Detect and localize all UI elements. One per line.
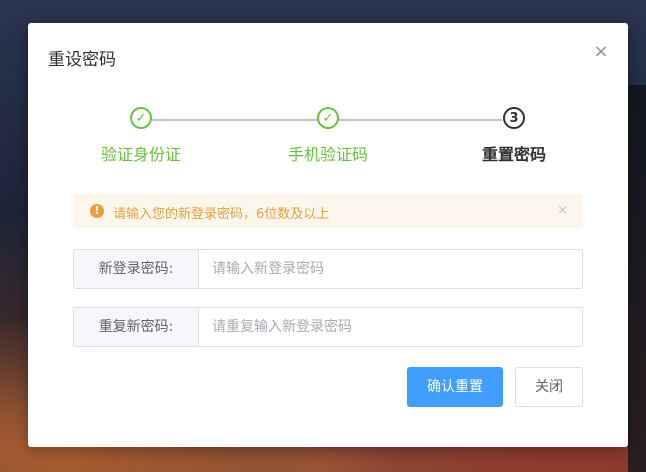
step-label-sms-code: 手机验证码 [287, 145, 369, 164]
close-button[interactable]: 关闭 [515, 367, 583, 407]
background-tower-image [628, 85, 646, 472]
close-icon[interactable]: × [557, 203, 568, 218]
warning-alert: ! 请输入您的新登录密码，6位数及以上 × [73, 194, 583, 228]
step-connector [152, 119, 328, 121]
step-label-verify-id: 验证身份证 [100, 145, 182, 164]
new-password-input[interactable] [198, 250, 582, 288]
step-connector [338, 119, 502, 121]
new-password-label: 新登录密码: [74, 250, 199, 288]
check-icon: ✓ [317, 107, 339, 129]
confirm-reset-button[interactable]: 确认重置 [407, 367, 503, 407]
warning-icon: ! [90, 204, 104, 218]
close-icon[interactable]: × [592, 43, 610, 61]
step-number-3: 3 [503, 107, 525, 129]
reset-password-dialog: 重设密码 × ✓ ✓ 3 验证身份证 手机验证码 重置密码 ! 请输入您的新登录… [28, 23, 628, 447]
check-icon: ✓ [130, 107, 152, 129]
repeat-password-group: 重复新密码: [73, 307, 583, 347]
repeat-password-label: 重复新密码: [74, 308, 199, 346]
steps-progress: ✓ ✓ 3 验证身份证 手机验证码 重置密码 [28, 107, 628, 167]
new-password-group: 新登录密码: [73, 249, 583, 289]
dialog-title: 重设密码 [48, 50, 116, 70]
step-label-reset-password: 重置密码 [481, 145, 547, 164]
repeat-password-input[interactable] [198, 308, 582, 346]
alert-text: 请输入您的新登录密码，6位数及以上 [113, 207, 330, 222]
